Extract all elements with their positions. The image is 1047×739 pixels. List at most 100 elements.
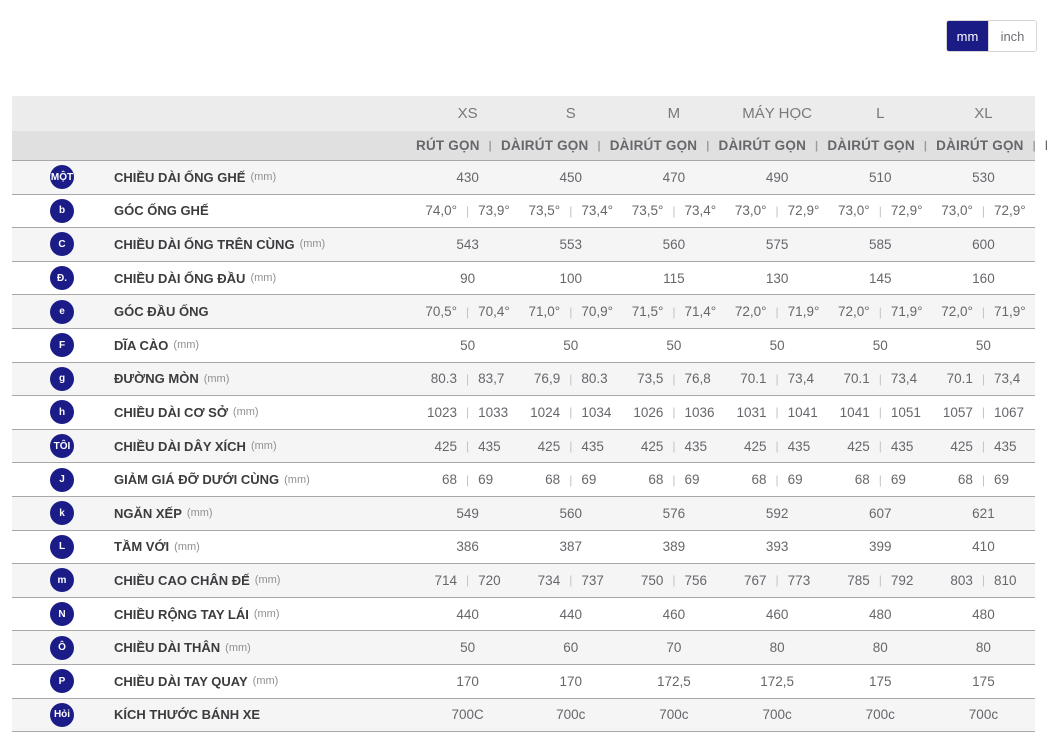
value-single: 50 bbox=[976, 338, 991, 353]
subheader-cell: RÚT GỌN|DÀI bbox=[416, 131, 525, 160]
subheader-reach-label: RÚT GỌN bbox=[416, 138, 489, 153]
value-reach: 72,0° bbox=[829, 304, 879, 319]
value-cell: 80 bbox=[932, 631, 1035, 664]
value-reach: 714 bbox=[416, 573, 466, 588]
value-cell: 425|435 bbox=[829, 430, 932, 463]
value-cell: 607 bbox=[829, 497, 932, 530]
value-single: 700c bbox=[556, 707, 585, 722]
value-cell: 68|69 bbox=[829, 463, 932, 496]
value-pair: 70.1|73,4 bbox=[932, 371, 1035, 386]
size-header: L bbox=[829, 96, 932, 131]
unit-mm-button[interactable]: mm bbox=[947, 21, 988, 51]
value-cell: 714|720 bbox=[416, 564, 519, 597]
row-label: CHIỀU DÀI TAY QUAY bbox=[114, 674, 248, 689]
value-cell: 1023|1033 bbox=[416, 396, 519, 429]
value-cell: 389 bbox=[622, 531, 725, 564]
subheader-pair: RÚT GỌN|DÀI bbox=[634, 138, 743, 153]
value-long: 71,9° bbox=[882, 304, 932, 319]
value-single: 553 bbox=[559, 237, 582, 252]
value-reach: 1057 bbox=[932, 405, 982, 420]
value-pair: 70,5°|70,4° bbox=[416, 304, 519, 319]
value-long: 1036 bbox=[676, 405, 726, 420]
value-cell: 70.1|73,4 bbox=[726, 363, 829, 396]
value-reach: 750 bbox=[622, 573, 672, 588]
value-single: 530 bbox=[972, 170, 995, 185]
value-reach: 70,5° bbox=[416, 304, 466, 319]
subheader-spacer bbox=[12, 131, 416, 160]
value-cell: 68|69 bbox=[932, 463, 1035, 496]
table-row: mCHIỀU CAO CHÂN ĐẾ(mm)714|720734|737750|… bbox=[12, 564, 1035, 598]
value-cell: 1024|1034 bbox=[519, 396, 622, 429]
row-unit: (mm) bbox=[173, 339, 199, 351]
unit-inch-button[interactable]: inch bbox=[988, 21, 1036, 51]
value-pair: 73,0°|72,9° bbox=[932, 203, 1035, 218]
value-reach: 803 bbox=[932, 573, 982, 588]
value-reach: 68 bbox=[519, 472, 569, 487]
value-cell: 76,9|80.3 bbox=[519, 363, 622, 396]
value-single: 450 bbox=[559, 170, 582, 185]
table-row: TÔICHIỀU DÀI DÂY XÍCH(mm)425|435425|4354… bbox=[12, 430, 1035, 464]
row-label-cell: LTẦM VỚI(mm) bbox=[12, 531, 416, 564]
value-long: 773 bbox=[779, 573, 829, 588]
value-long: 72,9° bbox=[882, 203, 932, 218]
value-pair: 73,0°|72,9° bbox=[829, 203, 932, 218]
value-single: 700c bbox=[866, 707, 895, 722]
row-unit: (mm) bbox=[187, 507, 213, 519]
value-cell: 480 bbox=[829, 598, 932, 631]
value-cell: 425|435 bbox=[726, 430, 829, 463]
value-cell: 172,5 bbox=[726, 665, 829, 698]
value-cell: 440 bbox=[416, 598, 519, 631]
value-pair: 803|810 bbox=[932, 573, 1035, 588]
row-unit: (mm) bbox=[225, 642, 251, 654]
value-pair: 1026|1036 bbox=[622, 405, 725, 420]
value-cell: 73,5|76,8 bbox=[622, 363, 725, 396]
value-pair: 73,5|76,8 bbox=[622, 371, 725, 386]
row-label: CHIỀU DÀI ỐNG ĐẦU bbox=[114, 271, 245, 286]
value-cell: 425|435 bbox=[622, 430, 725, 463]
value-single: 60 bbox=[563, 640, 578, 655]
value-cell: 460 bbox=[622, 598, 725, 631]
value-long: 435 bbox=[572, 439, 622, 454]
row-unit: (mm) bbox=[255, 574, 281, 586]
value-reach: 425 bbox=[519, 439, 569, 454]
value-pair: 734|737 bbox=[519, 573, 622, 588]
row-badge: P bbox=[50, 669, 74, 693]
table-row: HỏiKÍCH THƯỚC BÁNH XE700C700c700c700c700… bbox=[12, 699, 1035, 733]
value-cell: 50 bbox=[932, 329, 1035, 362]
row-label-cell: TÔICHIỀU DÀI DÂY XÍCH(mm) bbox=[12, 430, 416, 463]
row-label: ĐƯỜNG MÒN bbox=[114, 371, 199, 386]
value-reach: 425 bbox=[622, 439, 672, 454]
value-cell: 410 bbox=[932, 531, 1035, 564]
value-single: 510 bbox=[869, 170, 892, 185]
value-long: 792 bbox=[882, 573, 932, 588]
subheader-long-label: DÀI bbox=[818, 138, 851, 153]
value-cell: 60 bbox=[519, 631, 622, 664]
row-badge: m bbox=[50, 568, 74, 592]
value-single: 50 bbox=[563, 338, 578, 353]
value-pair: 72,0°|71,9° bbox=[829, 304, 932, 319]
value-cell: 440 bbox=[519, 598, 622, 631]
row-unit: (mm) bbox=[251, 440, 277, 452]
row-label: TẦM VỚI bbox=[114, 539, 169, 554]
table-row: CCHIỀU DÀI ỐNG TRÊN CÙNG(mm)543553560575… bbox=[12, 228, 1035, 262]
value-single: 480 bbox=[869, 607, 892, 622]
value-single: 470 bbox=[663, 170, 686, 185]
subheader-long-label: DÀI bbox=[1036, 138, 1047, 153]
value-cell: 70.1|73,4 bbox=[829, 363, 932, 396]
value-single: 170 bbox=[559, 674, 582, 689]
value-cell: 50 bbox=[726, 329, 829, 362]
subheader-pair: RÚT GỌN|DÀI bbox=[525, 138, 634, 153]
value-cell: 803|810 bbox=[932, 564, 1035, 597]
row-label-cell: kNGĂN XẾP(mm) bbox=[12, 497, 416, 530]
row-unit: (mm) bbox=[250, 272, 276, 284]
value-pair: 68|69 bbox=[932, 472, 1035, 487]
table-row: MỘTCHIỀU DÀI ỐNG GHẾ(mm)4304504704905105… bbox=[12, 161, 1035, 195]
value-pair: 425|435 bbox=[932, 439, 1035, 454]
row-label: CHIỀU DÀI DÂY XÍCH bbox=[114, 439, 246, 454]
value-single: 700c bbox=[659, 707, 688, 722]
value-single: 387 bbox=[559, 539, 582, 554]
value-cell: 115 bbox=[622, 262, 725, 295]
value-pair: 425|435 bbox=[829, 439, 932, 454]
row-label: CHIỀU DÀI ỐNG TRÊN CÙNG bbox=[114, 237, 295, 252]
value-long: 435 bbox=[779, 439, 829, 454]
